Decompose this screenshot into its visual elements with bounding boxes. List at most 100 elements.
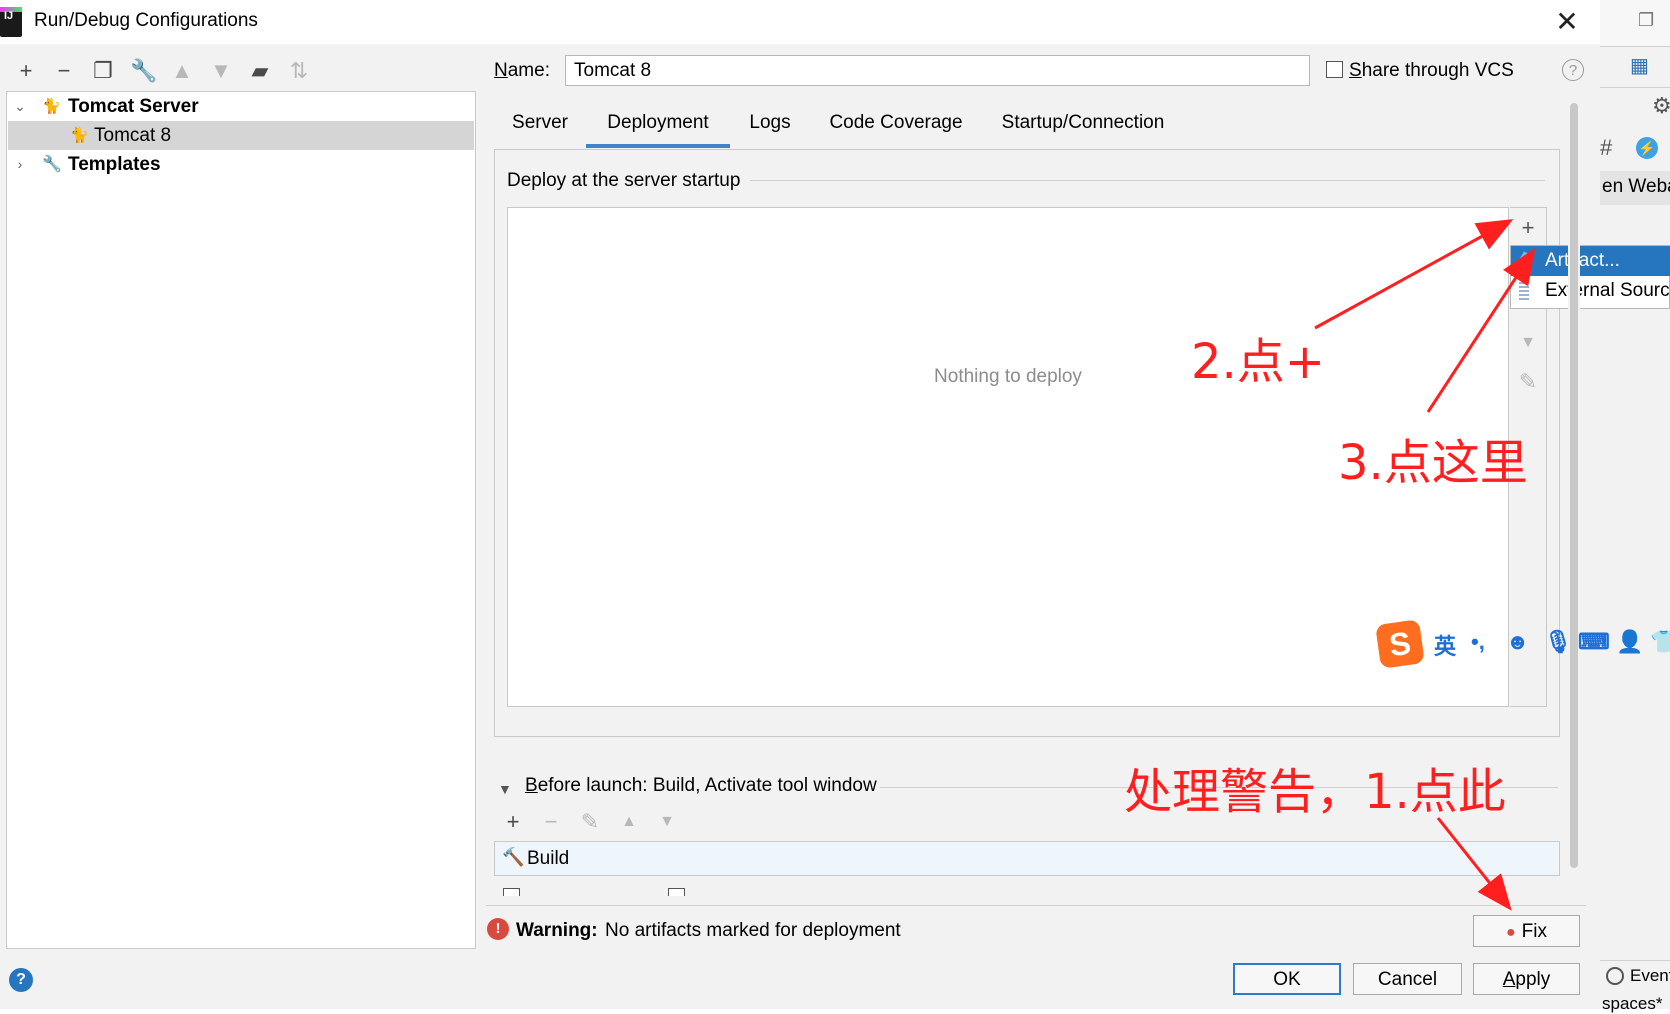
move-up-icon[interactable]: ▲ <box>169 58 195 84</box>
build-task-label: Build <box>527 848 570 869</box>
tab-logs-label: Logs <box>749 112 791 133</box>
apply-label-rest: pply <box>1515 969 1551 990</box>
annotation-step3: 3.点这里 <box>1338 435 1528 491</box>
move-task-down-icon[interactable]: ▼ <box>654 809 680 835</box>
share-label-rest: hare through VCS <box>1361 60 1514 81</box>
move-task-up-icon[interactable]: ▲ <box>616 809 642 835</box>
tomcat-config-icon: 🐈 <box>70 127 89 144</box>
scrollbar-thumb[interactable] <box>1570 103 1578 868</box>
external-source-icon <box>1519 282 1529 300</box>
copy-icon[interactable]: ❐ <box>90 58 116 84</box>
cancel-button[interactable]: Cancel <box>1353 963 1462 995</box>
show-page-checkbox[interactable] <box>503 888 520 896</box>
deploy-section-title: Deploy at the server startup <box>507 170 751 192</box>
tab-code-coverage-label: Code Coverage <box>829 112 963 133</box>
keyboard-icon[interactable]: ⌨ <box>1578 629 1610 655</box>
configuration-tree[interactable]: ⌄ 🐈 Tomcat Server 🐈 Tomcat 8 › 🔧 Templat… <box>6 91 476 949</box>
ide-event-tab[interactable]: Event <box>1600 960 1670 993</box>
ime-language-label[interactable]: 英 <box>1434 629 1456 661</box>
lightning-icon[interactable]: ⚡ <box>1636 137 1658 159</box>
share-label-mnemonic: S <box>1349 60 1362 81</box>
run-debug-dialog: Run/Debug Configurations ✕ + − ❐ 🔧 ▲ ▼ ▰… <box>0 0 1670 1009</box>
popup-external-label: External Source <box>1545 280 1670 301</box>
intellij-logo-icon <box>0 7 22 37</box>
tab-startup-connection[interactable]: Startup/Connection <box>990 108 1176 148</box>
tab-logs[interactable]: Logs <box>740 108 800 148</box>
event-log-icon <box>1606 967 1624 985</box>
annotation-step1: 处理警告，1.点此 <box>1124 764 1506 820</box>
tree-templates-label: Templates <box>68 154 161 175</box>
warning-message: No artifacts marked for deployment <box>605 920 901 941</box>
title-bar: Run/Debug Configurations ✕ <box>0 0 1600 44</box>
ide-tool-label: en Weba <box>1602 176 1670 197</box>
collapse-triangle-icon[interactable]: ▼ <box>498 781 512 797</box>
bulb-icon: ● <box>1506 924 1516 941</box>
skin-shirt-icon[interactable]: 👕 <box>1650 629 1670 655</box>
tab-server[interactable]: Server <box>502 108 578 148</box>
tree-group-templates[interactable]: › 🔧 Templates <box>8 150 474 179</box>
add-deployment-icon[interactable]: + <box>1512 213 1544 243</box>
edit-pencil-icon[interactable]: ✎ <box>1512 367 1544 397</box>
ide-tool-row[interactable]: en Weba <box>1600 171 1670 205</box>
tree-item-label: Tomcat 8 <box>94 125 172 146</box>
share-vcs-checkbox[interactable] <box>1326 61 1343 78</box>
popup-item-external-source[interactable]: External Source <box>1511 276 1670 306</box>
tab-code-coverage[interactable]: Code Coverage <box>820 108 972 148</box>
close-icon[interactable]: ✕ <box>1552 4 1582 40</box>
remove-task-icon[interactable]: − <box>538 809 564 835</box>
user-icon[interactable]: 👤 <box>1616 629 1643 655</box>
move-down-icon[interactable]: ▼ <box>208 58 234 84</box>
ime-punct-label[interactable]: •, <box>1471 629 1485 655</box>
fix-button[interactable]: ● Fix <box>1473 915 1580 947</box>
chevron-right-icon[interactable]: › <box>13 150 27 179</box>
add-icon[interactable]: + <box>13 58 39 84</box>
ide-top-strip: ❐ <box>1600 0 1670 47</box>
hash-icon[interactable]: # <box>1600 135 1612 161</box>
ok-button[interactable]: OK <box>1233 963 1341 995</box>
before-launch-mnemonic: B <box>525 775 538 796</box>
tab-server-label: Server <box>512 112 568 133</box>
help-question-icon[interactable]: ? <box>9 968 33 992</box>
apply-mnemonic: A <box>1502 969 1516 990</box>
name-input[interactable] <box>565 55 1310 86</box>
restore-window-icon[interactable]: ❐ <box>1638 10 1654 31</box>
microphone-icon[interactable]: 🎙 <box>1544 629 1572 655</box>
window-title: Run/Debug Configurations <box>34 10 258 31</box>
tab-deployment[interactable]: Deployment <box>586 108 730 148</box>
emoji-icon[interactable]: ☻ <box>1506 629 1529 655</box>
artifact-icon <box>1515 251 1531 271</box>
tree-item-tomcat-8[interactable]: 🐈 Tomcat 8 <box>8 121 474 150</box>
activate-tool-window-checkbox[interactable] <box>668 888 685 896</box>
apply-button[interactable]: Apply <box>1473 963 1580 995</box>
add-task-icon[interactable]: + <box>500 809 526 835</box>
empty-deploy-text: Nothing to deploy <box>934 366 1082 387</box>
project-structure-icon[interactable]: ▦ <box>1630 53 1649 78</box>
chevron-down-icon[interactable]: ⌄ <box>13 92 27 121</box>
move-down-icon[interactable]: ▼ <box>1512 328 1544 358</box>
edit-task-icon[interactable]: ✎ <box>577 809 603 835</box>
wrench-icon[interactable]: 🔧 <box>130 58 157 84</box>
annotation-step2: 2.点+ <box>1191 334 1326 390</box>
ide-spaces-label: spaces* <box>1602 994 1663 1013</box>
folder-add-icon[interactable]: ▰ <box>247 58 273 84</box>
tree-group-tomcat-server[interactable]: ⌄ 🐈 Tomcat Server <box>8 92 474 121</box>
vertical-scrollbar[interactable] <box>1568 103 1580 868</box>
build-task-row[interactable]: 🔨 Build <box>494 841 1560 876</box>
help-icon[interactable]: ? <box>1562 59 1584 81</box>
before-launch-title-rest: efore launch: Build, Activate tool windo… <box>537 775 877 796</box>
ide-toolbar-strip: ▦ <box>1600 47 1670 88</box>
tab-startup-connection-label: Startup/Connection <box>1001 112 1165 133</box>
tomcat-icon: 🐈 <box>42 98 61 115</box>
sogou-logo-icon[interactable]: S <box>1375 619 1425 669</box>
sort-icon[interactable]: ⇅ <box>286 58 312 84</box>
warning-prefix: Warning: <box>516 920 598 941</box>
remove-icon[interactable]: − <box>51 58 77 84</box>
tab-deployment-label: Deployment <box>607 112 709 133</box>
ime-toolbar: S 英 •, ☻ 🎙 ⌨ 👤 👕 <box>1375 619 1670 671</box>
popup-item-artifact[interactable]: Artifact... <box>1511 246 1670 276</box>
settings-gear-icon[interactable]: ⚙ <box>1652 93 1670 119</box>
ide-event-label: Event <box>1630 966 1670 985</box>
before-launch-title: Before launch: Build, Activate tool wind… <box>525 775 877 797</box>
hammer-icon: 🔨 <box>502 847 525 867</box>
share-vcs-label[interactable]: Share through VCS <box>1349 60 1514 82</box>
